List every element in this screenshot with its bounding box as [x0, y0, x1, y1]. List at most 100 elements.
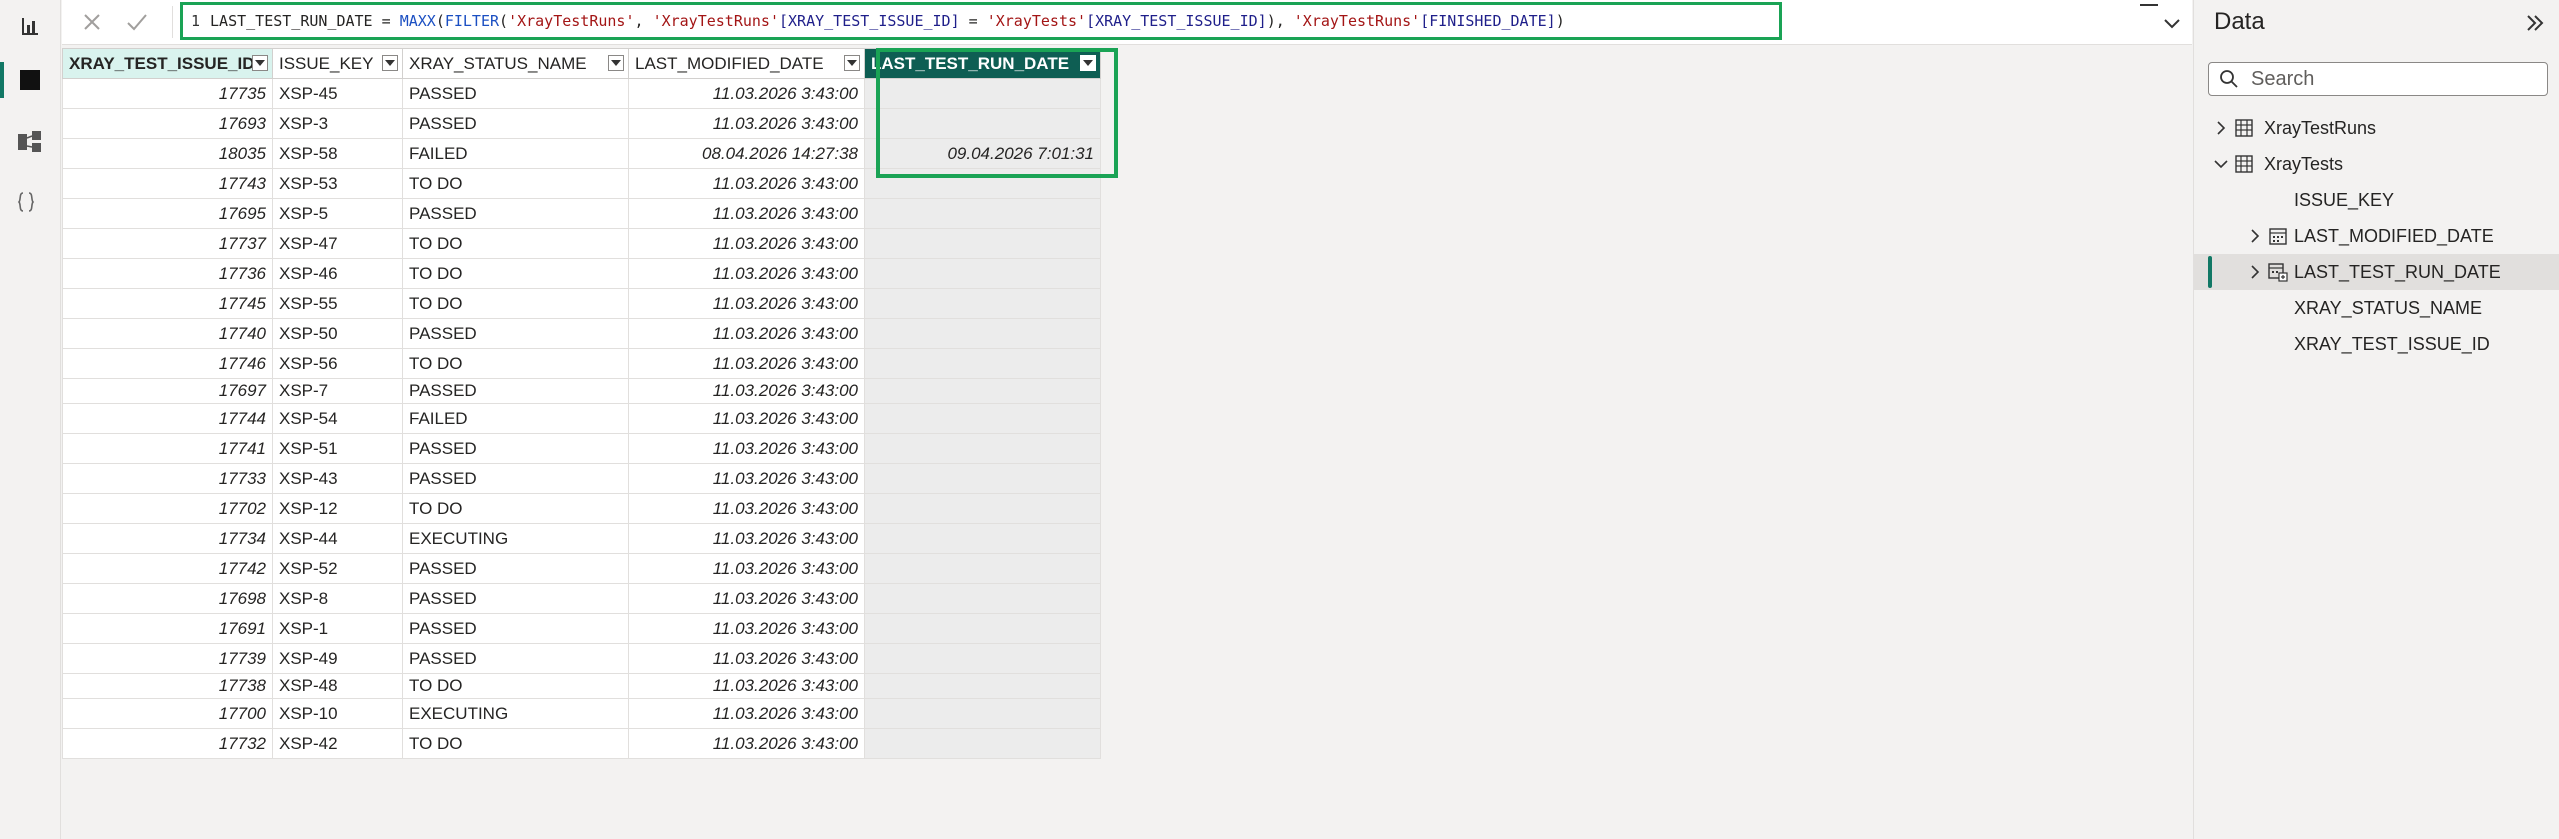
cell-last-test-run-date[interactable]	[864, 198, 1101, 229]
cell-xray-status-name[interactable]: TO DO	[402, 673, 629, 699]
cell-issue-key[interactable]: XSP-44	[272, 523, 403, 554]
column-header-last-test-run-date[interactable]: LAST_TEST_RUN_DATE	[864, 48, 1101, 79]
table-view-button[interactable]	[0, 54, 60, 106]
cell-last-modified-date[interactable]: 11.03.2026 3:43:00	[628, 378, 865, 404]
cell-xray-status-name[interactable]: TO DO	[402, 258, 629, 289]
cell-xray-status-name[interactable]: TO DO	[402, 228, 629, 259]
cell-xray-status-name[interactable]: TO DO	[402, 728, 629, 759]
table-row[interactable]: 17741 XSP-51 PASSED 11.03.2026 3:43:00	[62, 433, 1101, 464]
table-row[interactable]: 17700 XSP-10 EXECUTING 11.03.2026 3:43:00	[62, 698, 1101, 729]
cell-xray-test-issue-id[interactable]: 17702	[62, 493, 273, 524]
cell-issue-key[interactable]: XSP-49	[272, 643, 403, 674]
cell-xray-test-issue-id[interactable]: 17736	[62, 258, 273, 289]
cell-last-modified-date[interactable]: 11.03.2026 3:43:00	[628, 728, 865, 759]
cell-xray-test-issue-id[interactable]: 17738	[62, 673, 273, 699]
cell-issue-key[interactable]: XSP-45	[272, 78, 403, 109]
table-row[interactable]: 18035 XSP-58 FAILED 08.04.2026 14:27:38 09.0…	[62, 138, 1101, 169]
table-row[interactable]: 17746 XSP-56 TO DO 11.03.2026 3:43:00	[62, 348, 1101, 379]
cell-last-test-run-date[interactable]	[864, 108, 1101, 139]
cell-xray-status-name[interactable]: PASSED	[402, 198, 629, 229]
cell-xray-test-issue-id[interactable]: 17737	[62, 228, 273, 259]
expand-formula-button[interactable]	[2157, 6, 2187, 40]
cell-xray-test-issue-id[interactable]: 17732	[62, 728, 273, 759]
chevron-right-icon[interactable]	[2214, 121, 2228, 135]
table-row[interactable]: 17740 XSP-50 PASSED 11.03.2026 3:43:00	[62, 318, 1101, 349]
cell-last-test-run-date[interactable]	[864, 288, 1101, 319]
cell-last-modified-date[interactable]: 11.03.2026 3:43:00	[628, 108, 865, 139]
cell-issue-key[interactable]: XSP-8	[272, 583, 403, 614]
cell-xray-test-issue-id[interactable]: 17744	[62, 403, 273, 434]
table-node-xraytestruns[interactable]: XrayTestRuns	[2194, 110, 2559, 146]
field-xray-test-issue-id[interactable]: XRAY_TEST_ISSUE_ID	[2194, 326, 2559, 362]
cell-xray-test-issue-id[interactable]: 17739	[62, 643, 273, 674]
table-row[interactable]: 17744 XSP-54 FAILED 11.03.2026 3:43:00	[62, 403, 1101, 434]
cell-xray-status-name[interactable]: PASSED	[402, 78, 629, 109]
table-row[interactable]: 17733 XSP-43 PASSED 11.03.2026 3:43:00	[62, 463, 1101, 494]
table-node-xraytests[interactable]: XrayTests	[2194, 146, 2559, 182]
model-view-button[interactable]	[0, 116, 60, 168]
cell-xray-status-name[interactable]: TO DO	[402, 348, 629, 379]
cell-last-test-run-date[interactable]	[864, 78, 1101, 109]
cell-issue-key[interactable]: XSP-12	[272, 493, 403, 524]
cell-issue-key[interactable]: XSP-48	[272, 673, 403, 699]
field-last-modified-date[interactable]: LAST_MODIFIED_DATE	[2194, 218, 2559, 254]
collapse-pane-button[interactable]	[2522, 10, 2548, 36]
field-issue-key[interactable]: ISSUE_KEY	[2194, 182, 2559, 218]
cell-xray-status-name[interactable]: PASSED	[402, 463, 629, 494]
cell-xray-test-issue-id[interactable]: 18035	[62, 138, 273, 169]
table-row[interactable]: 17745 XSP-55 TO DO 11.03.2026 3:43:00	[62, 288, 1101, 319]
column-header-issue-key[interactable]: ISSUE_KEY	[272, 48, 403, 79]
cell-xray-test-issue-id[interactable]: 17697	[62, 378, 273, 404]
cell-xray-test-issue-id[interactable]: 17700	[62, 698, 273, 729]
cell-last-modified-date[interactable]: 11.03.2026 3:43:00	[628, 258, 865, 289]
cell-last-test-run-date[interactable]	[864, 318, 1101, 349]
cell-last-modified-date[interactable]: 11.03.2026 3:43:00	[628, 228, 865, 259]
field-xray-status-name[interactable]: XRAY_STATUS_NAME	[2194, 290, 2559, 326]
cell-issue-key[interactable]: XSP-42	[272, 728, 403, 759]
cell-last-test-run-date[interactable]	[864, 613, 1101, 644]
cell-xray-test-issue-id[interactable]: 17691	[62, 613, 273, 644]
cell-last-modified-date[interactable]: 11.03.2026 3:43:00	[628, 523, 865, 554]
table-row[interactable]: 17691 XSP-1 PASSED 11.03.2026 3:43:00	[62, 613, 1101, 644]
cell-last-test-run-date[interactable]	[864, 698, 1101, 729]
cell-issue-key[interactable]: XSP-46	[272, 258, 403, 289]
cancel-formula-button[interactable]	[77, 7, 107, 37]
cell-xray-status-name[interactable]: EXECUTING	[402, 698, 629, 729]
cell-xray-status-name[interactable]: FAILED	[402, 138, 629, 169]
cell-issue-key[interactable]: XSP-1	[272, 613, 403, 644]
cell-issue-key[interactable]: XSP-47	[272, 228, 403, 259]
cell-last-modified-date[interactable]: 11.03.2026 3:43:00	[628, 583, 865, 614]
cell-last-modified-date[interactable]: 11.03.2026 3:43:00	[628, 698, 865, 729]
search-box[interactable]	[2208, 62, 2548, 96]
cell-last-modified-date[interactable]: 08.04.2026 14:27:38	[628, 138, 865, 169]
cell-issue-key[interactable]: XSP-3	[272, 108, 403, 139]
cell-xray-test-issue-id[interactable]: 17745	[62, 288, 273, 319]
cell-issue-key[interactable]: XSP-10	[272, 698, 403, 729]
cell-issue-key[interactable]: XSP-54	[272, 403, 403, 434]
cell-xray-status-name[interactable]: PASSED	[402, 378, 629, 404]
commit-formula-button[interactable]	[122, 7, 152, 37]
cell-xray-status-name[interactable]: PASSED	[402, 553, 629, 584]
table-row[interactable]: 17743 XSP-53 TO DO 11.03.2026 3:43:00	[62, 168, 1101, 199]
cell-xray-test-issue-id[interactable]: 17742	[62, 553, 273, 584]
column-filter-button[interactable]	[382, 55, 398, 71]
cell-xray-status-name[interactable]: TO DO	[402, 493, 629, 524]
table-row[interactable]: 17742 XSP-52 PASSED 11.03.2026 3:43:00	[62, 553, 1101, 584]
table-row[interactable]: 17737 XSP-47 TO DO 11.03.2026 3:43:00	[62, 228, 1101, 259]
cell-last-test-run-date[interactable]	[864, 523, 1101, 554]
cell-xray-status-name[interactable]: PASSED	[402, 613, 629, 644]
cell-last-test-run-date[interactable]	[864, 403, 1101, 434]
cell-last-test-run-date[interactable]	[864, 553, 1101, 584]
cell-xray-test-issue-id[interactable]: 17733	[62, 463, 273, 494]
cell-last-modified-date[interactable]: 11.03.2026 3:43:00	[628, 78, 865, 109]
cell-last-modified-date[interactable]: 11.03.2026 3:43:00	[628, 403, 865, 434]
search-input[interactable]	[2249, 66, 2533, 92]
formula-bar-resize-handle[interactable]	[2140, 4, 2158, 6]
table-row[interactable]: 17702 XSP-12 TO DO 11.03.2026 3:43:00	[62, 493, 1101, 524]
table-row[interactable]: 17735 XSP-45 PASSED 11.03.2026 3:43:00	[62, 78, 1101, 109]
cell-xray-test-issue-id[interactable]: 17741	[62, 433, 273, 464]
table-row[interactable]: 17734 XSP-44 EXECUTING 11.03.2026 3:43:00	[62, 523, 1101, 554]
cell-last-test-run-date[interactable]	[864, 168, 1101, 199]
cell-xray-test-issue-id[interactable]: 17743	[62, 168, 273, 199]
table-row[interactable]: 17738 XSP-48 TO DO 11.03.2026 3:43:00	[62, 673, 1101, 699]
